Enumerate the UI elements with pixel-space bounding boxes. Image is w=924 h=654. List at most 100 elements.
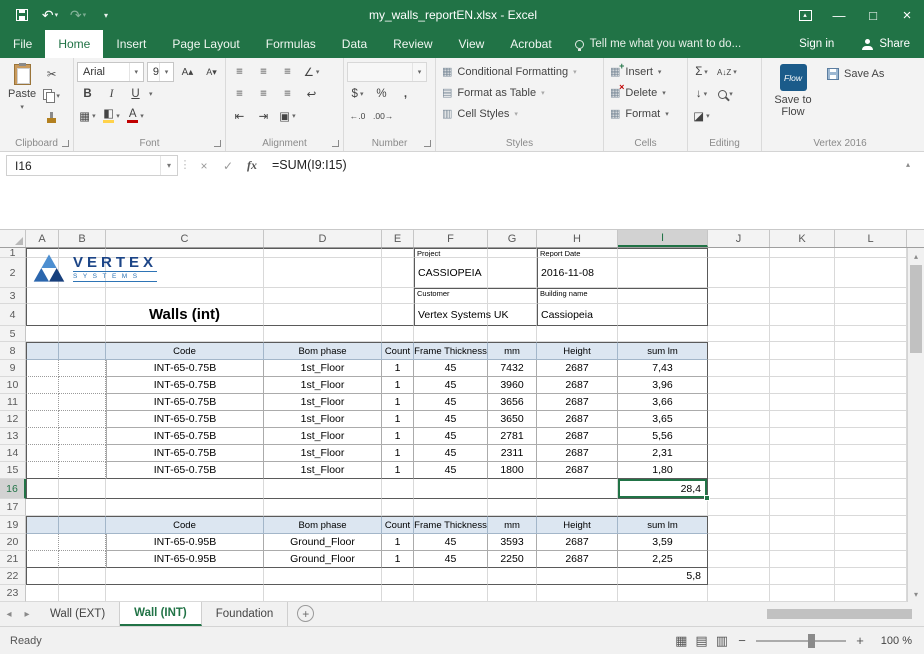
cell-J12[interactable] [708,411,770,428]
cell-G14[interactable]: 2311 [488,445,537,462]
cell-A10[interactable] [26,377,59,394]
cell-L16[interactable] [835,479,907,499]
cell-I3[interactable] [618,288,708,304]
cell-C8[interactable]: Code [106,342,264,360]
cell-D9[interactable]: 1st_Floor [264,360,382,377]
cell-B16[interactable] [59,479,106,499]
cell-C22[interactable] [106,568,264,585]
cell-H17[interactable] [537,499,618,516]
qat-customize-button[interactable]: ▾ [94,2,118,28]
cell-F1[interactable]: Project [414,248,488,258]
row-header-4[interactable]: 4 [0,304,26,326]
formula-input[interactable]: =SUM(I9:I15) [264,155,898,175]
cell-B11[interactable] [59,394,106,411]
cell-L2[interactable] [835,258,907,288]
clear-button[interactable]: ◪▾ [691,107,712,126]
cell-L20[interactable] [835,534,907,551]
cell-J1[interactable] [708,248,770,258]
wrap-text-button[interactable]: ↩ [301,85,322,104]
cell-E20[interactable]: 1 [382,534,414,551]
row-header-5[interactable]: 5 [0,326,26,342]
cell-C4[interactable]: Walls (int) [106,304,264,326]
cell-I10[interactable]: 3,96 [618,377,708,394]
cell-B20[interactable] [59,534,106,551]
name-box[interactable]: I16 ▾ [6,155,178,176]
sheet-nav-left-arrow[interactable]: ◂ [0,602,18,626]
cell-J13[interactable] [708,428,770,445]
cell-I19[interactable]: sum lm [618,516,708,534]
format-as-table-button[interactable]: ▤Format as Table▾ [439,82,600,103]
horizontal-scrollbar[interactable] [326,609,912,619]
cell-B23[interactable] [59,585,106,602]
cell-B19[interactable] [59,516,106,534]
cell-B9[interactable] [59,360,106,377]
cell-H16[interactable] [537,479,618,499]
cell-D17[interactable] [264,499,382,516]
fill-button[interactable]: ↓▾ [691,85,712,104]
cell-E23[interactable] [382,585,414,602]
cell-E21[interactable]: 1 [382,551,414,568]
cell-D11[interactable]: 1st_Floor [264,394,382,411]
row-header-21[interactable]: 21 [0,551,26,568]
row-header-19[interactable]: 19 [0,516,26,534]
cell-G15[interactable]: 1800 [488,462,537,479]
percent-style-button[interactable]: % [371,85,392,104]
cell-J3[interactable] [708,288,770,304]
cell-H20[interactable]: 2687 [537,534,618,551]
cell-G11[interactable]: 3656 [488,394,537,411]
tab-file[interactable]: File [0,30,45,58]
sort-filter-button[interactable]: A↓Z▾ [715,63,739,82]
cell-G1[interactable] [488,248,537,258]
cell-J22[interactable] [708,568,770,585]
close-button[interactable]: × [890,2,924,28]
cell-K23[interactable] [770,585,835,602]
cell-B5[interactable] [59,326,106,342]
cell-J16[interactable] [708,479,770,499]
cell-F2[interactable]: CASSIOPEIA [414,258,488,288]
row-header-17[interactable]: 17 [0,499,26,516]
cell-L22[interactable] [835,568,907,585]
cell-D5[interactable] [264,326,382,342]
cell-B10[interactable] [59,377,106,394]
cell-A9[interactable] [26,360,59,377]
cell-G21[interactable]: 2250 [488,551,537,568]
italic-button[interactable]: I [101,85,122,104]
cell-E8[interactable]: Count [382,342,414,360]
row-header-14[interactable]: 14 [0,445,26,462]
cell-C3[interactable] [106,288,264,304]
cell-I11[interactable]: 3,66 [618,394,708,411]
cell-L21[interactable] [835,551,907,568]
cell-D14[interactable]: 1st_Floor [264,445,382,462]
cell-G20[interactable]: 3593 [488,534,537,551]
zoom-out-button[interactable]: − [736,633,748,648]
col-header-H[interactable]: H [537,230,618,247]
cell-L8[interactable] [835,342,907,360]
underline-button[interactable]: U [125,85,146,104]
zoom-slider-handle[interactable] [808,634,815,648]
cell-F17[interactable] [414,499,488,516]
formula-bar-splitter[interactable]: ⋮ [178,155,192,171]
clipboard-dialog-launcher[interactable] [62,140,69,147]
cell-K1[interactable] [770,248,835,258]
row-header-9[interactable]: 9 [0,360,26,377]
cell-E4[interactable] [382,304,414,326]
cell-B13[interactable] [59,428,106,445]
cell-E15[interactable]: 1 [382,462,414,479]
cell-K16[interactable] [770,479,835,499]
cell-A5[interactable] [26,326,59,342]
cell-D23[interactable] [264,585,382,602]
cell-F13[interactable]: 45 [414,428,488,445]
cell-G17[interactable] [488,499,537,516]
cell-C11[interactable]: INT-65-0.75B [106,394,264,411]
sheet-tab-wall-ext[interactable]: Wall (EXT) [36,602,120,626]
align-center-button[interactable]: ≡ [253,85,274,104]
save-as-button[interactable]: Save As [821,63,890,85]
col-header-C[interactable]: C [106,230,264,247]
cell-E12[interactable]: 1 [382,411,414,428]
cell-styles-button[interactable]: ▥Cell Styles▾ [439,103,600,124]
cell-F14[interactable]: 45 [414,445,488,462]
cell-I14[interactable]: 2,31 [618,445,708,462]
cell-E14[interactable]: 1 [382,445,414,462]
cell-B15[interactable] [59,462,106,479]
cell-J23[interactable] [708,585,770,602]
